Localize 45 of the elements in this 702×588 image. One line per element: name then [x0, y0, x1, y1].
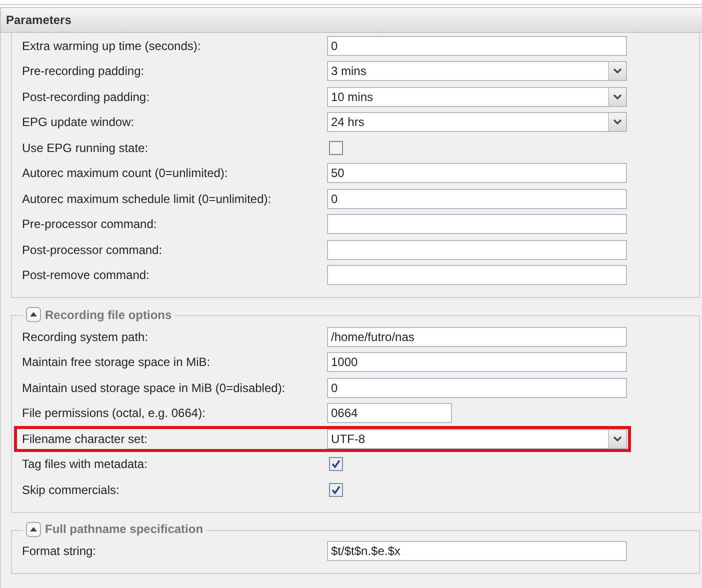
field-label: Post-remove command:	[22, 268, 150, 282]
collapse-icon[interactable]	[26, 307, 41, 322]
field-label: Post-processor command:	[22, 242, 164, 257]
dropdown[interactable]: UTF-8	[327, 428, 627, 449]
checkbox[interactable]	[329, 140, 343, 155]
input-field[interactable]: 0	[327, 378, 627, 398]
caret-icon	[613, 436, 622, 442]
input-field[interactable]: 50	[327, 163, 627, 184]
input-field[interactable]: 0	[327, 36, 627, 56]
input-field[interactable]: 0	[327, 188, 627, 209]
input-field[interactable]: 0664	[327, 403, 452, 424]
input-field[interactable]	[327, 265, 627, 286]
field-label: Filename character set:	[22, 432, 148, 446]
field-label: Autorec maximum count (0=unlimited):	[22, 166, 229, 180]
field-label: File permissions (octal, e.g. 0664):	[22, 406, 206, 420]
field-label: Tag files with metadata:	[22, 457, 148, 472]
input-field[interactable]: /home/futro/nas	[327, 326, 627, 347]
field-label: Maintain free storage space in MiB:	[22, 355, 212, 370]
caret-icon	[613, 94, 622, 100]
dropdown[interactable]: 3 mins	[327, 61, 627, 82]
section-title: Full pathname specification	[45, 522, 204, 536]
input-field[interactable]: 1000	[327, 352, 627, 372]
panel-header: Parameters	[0, 7, 702, 33]
field-label: Skip commercials:	[22, 482, 120, 497]
field-label: Recording system path:	[22, 330, 150, 344]
dropdown[interactable]: 24 hrs	[327, 112, 627, 132]
checkbox[interactable]	[329, 482, 343, 497]
field-label: Format string:	[22, 544, 98, 558]
input-field[interactable]: $t/$t$n.$e.$x	[327, 541, 627, 562]
section-title: Recording file options	[45, 308, 172, 322]
dropdown[interactable]: 10 mins	[327, 86, 627, 107]
caret-icon	[613, 119, 622, 126]
field-label: Use EPG running state:	[22, 140, 150, 155]
field-label: Pre-recording padding:	[22, 64, 146, 78]
field-label: Extra warming up time (seconds):	[22, 38, 202, 53]
field-label: Pre-processor command:	[22, 217, 158, 232]
checkbox[interactable]	[329, 457, 343, 472]
input-field[interactable]	[327, 240, 627, 260]
collapse-icon[interactable]	[26, 522, 41, 536]
caret-icon	[613, 68, 622, 74]
field-label: Post-recording padding:	[22, 90, 150, 104]
field-label: Autorec maximum schedule limit (0=unlimited):	[22, 192, 272, 206]
field-label: EPG update window:	[22, 115, 136, 130]
field-label: Maintain used storage space in MiB (0=disabled):	[22, 380, 286, 395]
input-field[interactable]	[327, 214, 627, 234]
